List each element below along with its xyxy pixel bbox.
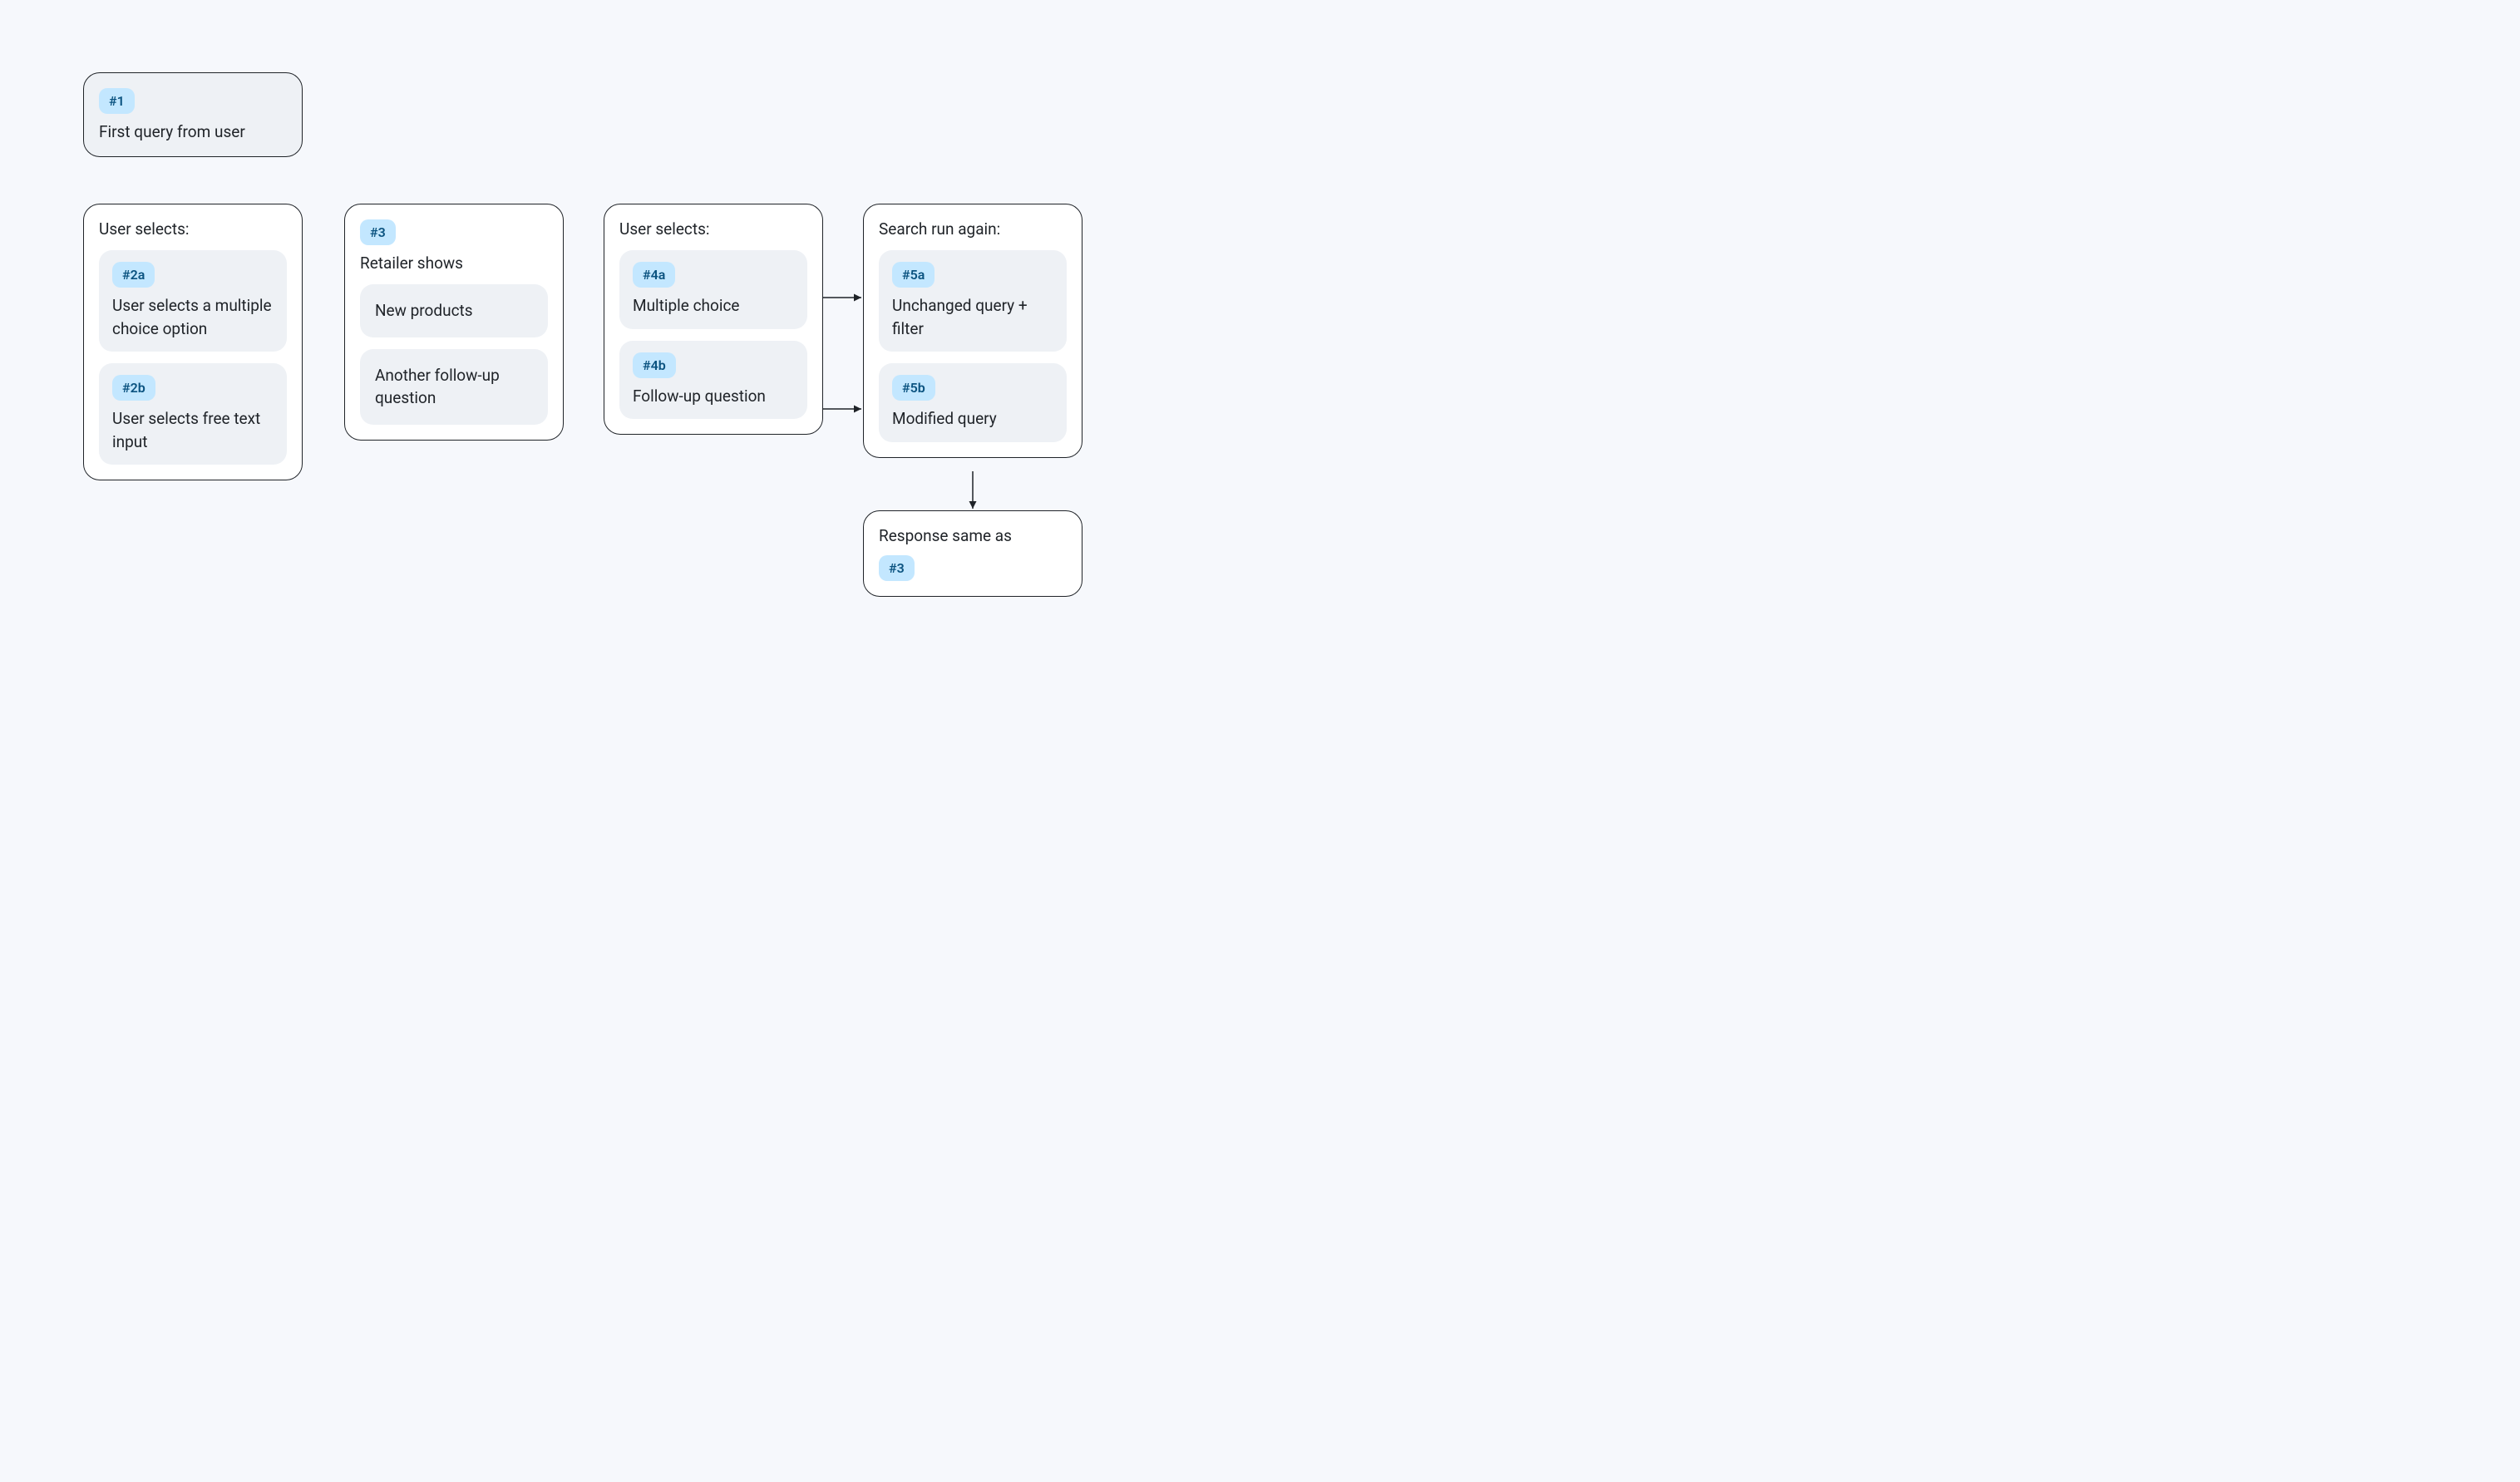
sub-2a: #2a User selects a multiple choice optio…	[99, 250, 287, 352]
sub-4b: #4b Follow-up question	[619, 341, 807, 420]
tag-5a: #5a	[892, 262, 935, 288]
sub-5a: #5a Unchanged query + filter	[879, 250, 1067, 352]
sub-2b: #2b User selects free text input	[99, 363, 287, 465]
node-title: Retailer shows	[360, 254, 548, 273]
tag-2a: #2a	[112, 262, 155, 288]
sub-followup: Another follow-up question	[360, 349, 548, 425]
sub-4a: #4a Multiple choice	[619, 250, 807, 329]
tag-5b: #5b	[892, 375, 935, 401]
tag-3: #3	[360, 219, 396, 245]
node-search-run-again: Search run again: #5a Unchanged query + …	[863, 204, 1082, 458]
tag-2b: #2b	[112, 375, 155, 401]
node-title: Response same as	[879, 526, 1067, 545]
diagram-canvas: #1 First query from user User selects: #…	[0, 0, 1247, 733]
tag-4a: #4a	[633, 262, 675, 288]
sub-new-products: New products	[360, 284, 548, 337]
tag-3-ref: #3	[879, 555, 915, 581]
sub-text: User selects free text input	[112, 407, 274, 453]
node-first-query: #1 First query from user	[83, 72, 303, 157]
tag-1: #1	[99, 88, 135, 114]
sub-text: Unchanged query + filter	[892, 294, 1053, 340]
node-text: First query from user	[99, 122, 287, 141]
node-title: User selects:	[619, 219, 807, 239]
tag-4b: #4b	[633, 352, 676, 378]
node-title: User selects:	[99, 219, 287, 239]
node-user-selects-4: User selects: #4a Multiple choice #4b Fo…	[604, 204, 823, 435]
sub-text: Multiple choice	[633, 294, 794, 318]
node-response-same-as: Response same as #3	[863, 510, 1082, 597]
sub-text: Follow-up question	[633, 385, 794, 408]
sub-text: User selects a multiple choice option	[112, 294, 274, 340]
sub-text: Modified query	[892, 407, 1053, 431]
node-retailer-shows: #3 Retailer shows New products Another f…	[344, 204, 564, 441]
node-title: Search run again:	[879, 219, 1067, 239]
sub-5b: #5b Modified query	[879, 363, 1067, 442]
node-user-selects-2: User selects: #2a User selects a multipl…	[83, 204, 303, 480]
